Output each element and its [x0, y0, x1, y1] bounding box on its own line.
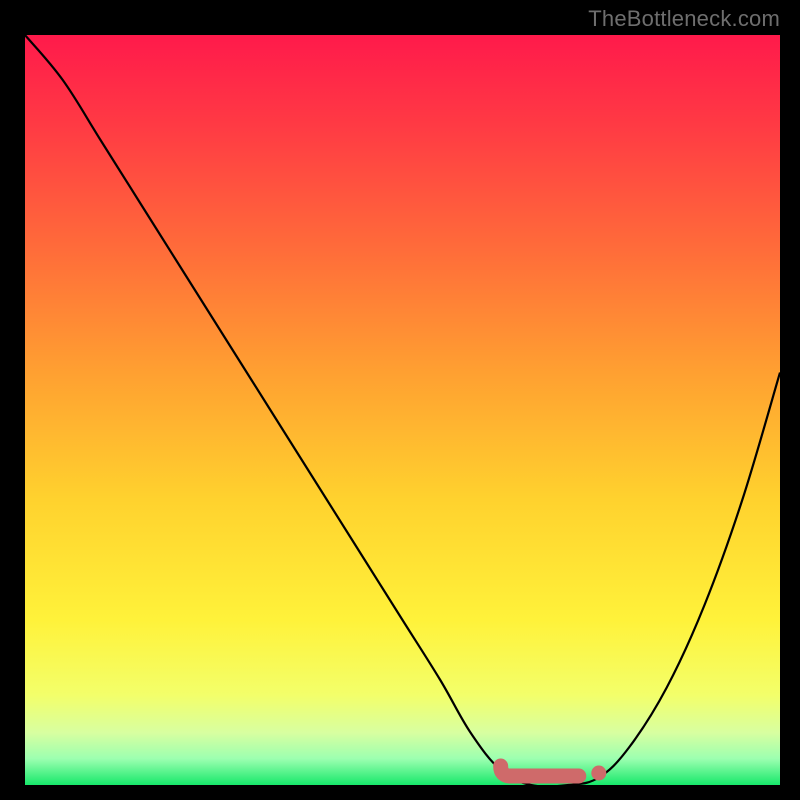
plot-area [25, 35, 780, 785]
chart-svg [25, 35, 780, 785]
bottleneck-curve [25, 35, 780, 785]
optimal-range-marker [501, 766, 579, 776]
watermark-text: TheBottleneck.com [588, 6, 780, 32]
optimal-range-end-dot [591, 766, 606, 781]
chart-frame: TheBottleneck.com [0, 0, 800, 800]
